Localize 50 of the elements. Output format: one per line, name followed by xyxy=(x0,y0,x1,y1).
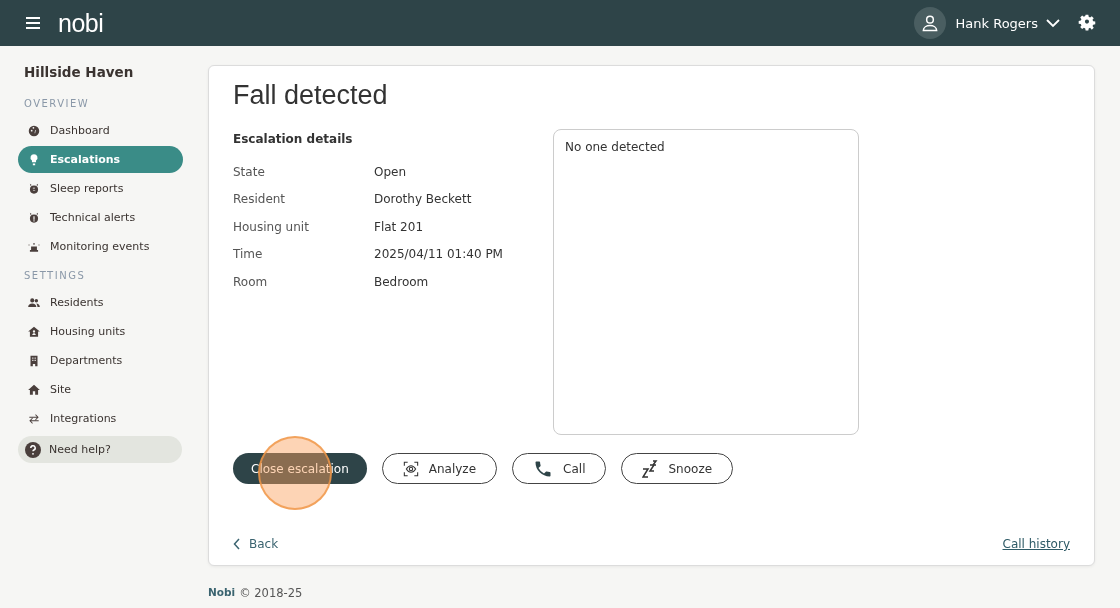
nav-icon xyxy=(27,382,41,397)
detail-label: Housing unit xyxy=(233,219,310,234)
detail-label: State xyxy=(233,164,266,179)
detail-label: Time xyxy=(233,247,264,262)
nav-icon xyxy=(27,324,41,339)
nav-icon xyxy=(27,123,41,138)
chevron-down-icon xyxy=(1046,18,1060,28)
settings-icon[interactable] xyxy=(1078,14,1096,32)
help-icon xyxy=(25,441,41,458)
user-menu-button[interactable]: Hank Rogers xyxy=(955,15,1060,31)
section-title: Escalation details xyxy=(233,132,354,146)
call-history-link[interactable]: Call history xyxy=(1002,537,1070,551)
nav-item[interactable]: Monitoring events xyxy=(18,233,183,260)
help-button[interactable]: Need help? xyxy=(18,436,182,463)
back-link[interactable]: Back xyxy=(233,537,279,551)
nav-item[interactable]: Residents xyxy=(18,289,183,316)
site-name: Hillside Haven xyxy=(24,64,135,80)
snooze-icon xyxy=(642,459,659,478)
nav-item[interactable]: Site xyxy=(18,376,183,403)
detail-value: Dorothy Beckett xyxy=(374,192,472,207)
detail-value: 2025/04/11 01:40 PM xyxy=(374,247,503,262)
analyze-button[interactable]: Analyze xyxy=(381,453,498,484)
nav-item[interactable]: Escalations xyxy=(18,146,183,173)
nav-item[interactable]: Dashboard xyxy=(18,117,183,144)
nav-icon xyxy=(27,181,41,196)
nav-item[interactable]: Housing units xyxy=(18,318,183,345)
snooze-button[interactable]: Snooze xyxy=(621,453,734,484)
copyright-text: © 2018-25 xyxy=(239,586,303,600)
detail-label: Room xyxy=(233,274,269,289)
section-heading: SETTINGS xyxy=(24,270,87,281)
nav-item[interactable]: Sleep reports xyxy=(18,175,183,202)
nav-icon xyxy=(27,210,41,225)
detail-value: Bedroom xyxy=(374,274,429,289)
nav-item[interactable]: Departments xyxy=(18,347,183,374)
section-heading: OVERVIEW xyxy=(24,98,91,109)
detail-value: Open xyxy=(374,164,407,179)
detail-value: Flat 201 xyxy=(374,219,423,234)
nav-icon xyxy=(27,295,41,310)
page-title: Fall detected xyxy=(233,80,389,111)
call-button[interactable]: Call xyxy=(512,453,607,484)
chevron-left-icon xyxy=(233,538,241,550)
detail-label: Resident xyxy=(233,192,287,207)
eye-scan-icon xyxy=(402,460,419,477)
menu-icon[interactable] xyxy=(26,17,40,29)
brand-link[interactable]: Nobi xyxy=(208,586,236,600)
user-avatar-icon[interactable] xyxy=(913,7,946,39)
nav-item[interactable]: Technical alerts xyxy=(18,204,183,231)
nav-item[interactable]: Integrations xyxy=(18,405,183,432)
nobi-logo[interactable]: nobi xyxy=(58,8,104,38)
camera-status: No one detected xyxy=(565,140,665,154)
